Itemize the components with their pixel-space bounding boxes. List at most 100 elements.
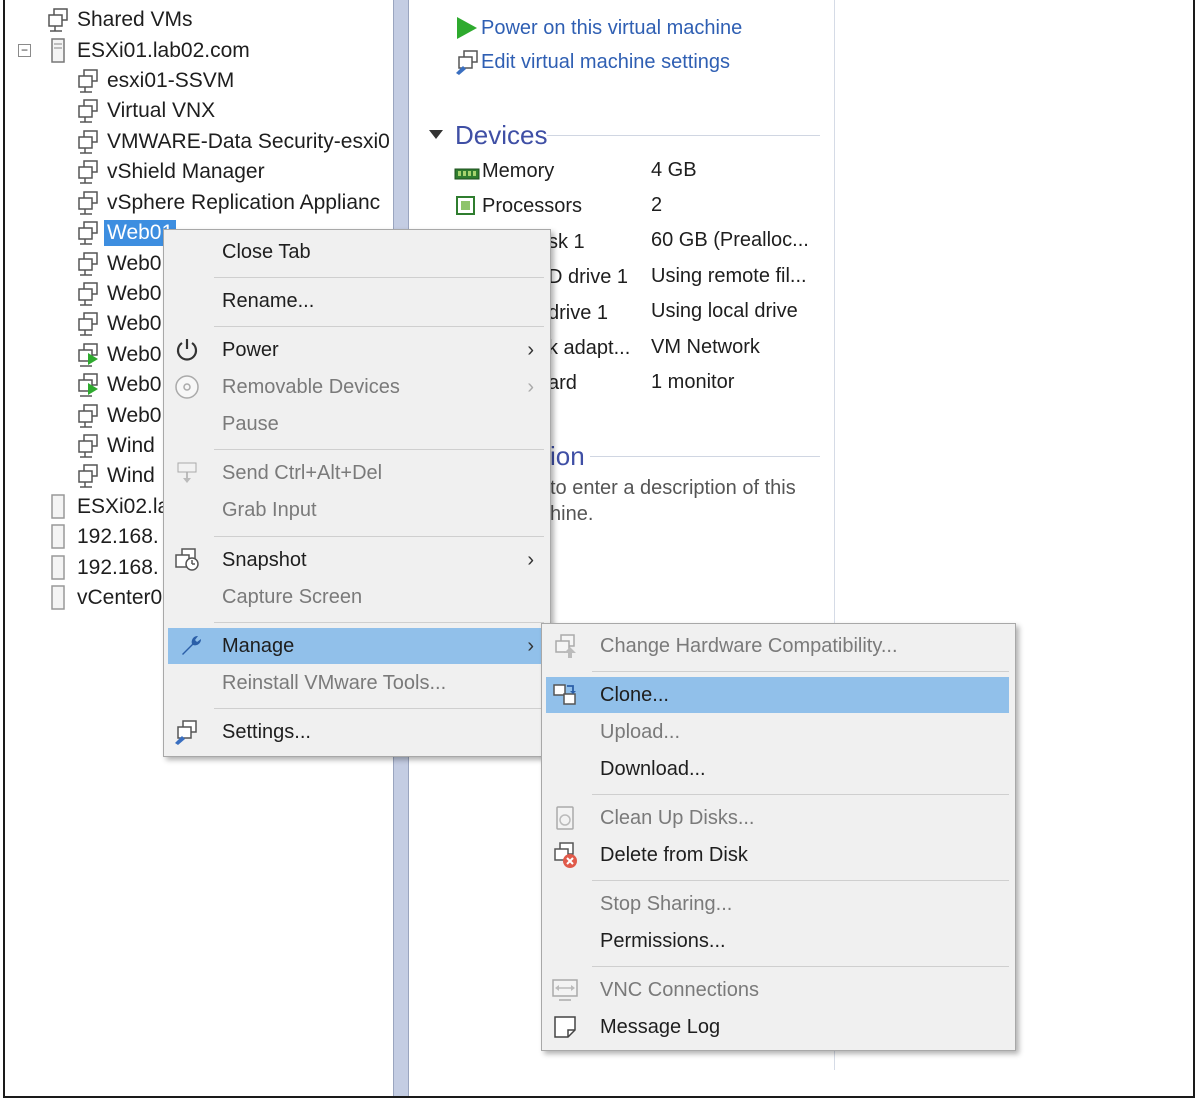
menu-item-capture-screen[interactable]: Capture Screen <box>164 579 550 615</box>
device-name: k adapt... <box>548 336 631 359</box>
tree-item-host[interactable]: ESXi02.la <box>46 493 172 521</box>
menu-item-pause[interactable]: Pause <box>164 406 550 442</box>
menu-item-label: Upload... <box>600 720 681 743</box>
menu-item-upload[interactable]: Upload... <box>542 714 1015 750</box>
device-row-network[interactable]: k adapt... <box>548 333 630 363</box>
keyboard-network-icon <box>172 458 202 488</box>
tree-item-vm[interactable]: Web0 <box>76 250 164 278</box>
server-icon <box>46 494 72 520</box>
memory-icon <box>454 164 480 180</box>
shared-vms-icon <box>46 7 72 33</box>
tree-item-vm-running[interactable]: Web0 <box>76 371 164 399</box>
menu-item-label: Delete from Disk <box>600 843 748 866</box>
tree-item-vm[interactable]: Wind <box>76 432 158 460</box>
vm-icon <box>76 281 102 307</box>
menu-item-power[interactable]: Power › <box>164 332 550 368</box>
menu-item-change-hardware-compatibility[interactable]: Change Hardware Compatibility... <box>542 628 1015 664</box>
device-row-processors[interactable]: Processors <box>454 191 649 221</box>
menu-item-manage[interactable]: Manage › <box>168 628 546 664</box>
tree-item-label: Web0 <box>107 404 162 427</box>
vm-icon <box>76 311 102 337</box>
disc-icon <box>172 372 202 402</box>
menu-separator <box>592 880 1009 881</box>
menu-item-snapshot[interactable]: Snapshot › <box>164 542 550 578</box>
collapse-triangle-icon[interactable] <box>429 130 443 139</box>
tree-item-label: vCenter0 <box>77 586 163 609</box>
menu-item-send-ctrl-alt-del[interactable]: Send Ctrl+Alt+Del <box>164 455 550 491</box>
collapse-toggle[interactable]: − <box>18 44 31 57</box>
vm-icon <box>76 98 102 124</box>
tree-item-vm[interactable]: Wind <box>76 462 158 490</box>
menu-item-delete-from-disk[interactable]: Delete from Disk <box>542 837 1015 873</box>
menu-item-permissions[interactable]: Permissions... <box>542 923 1015 959</box>
menu-item-removable-devices[interactable]: Removable Devices › <box>164 369 550 405</box>
tree-item-label: ESXi02.la <box>77 495 170 518</box>
vm-icon <box>76 190 102 216</box>
tree-item-host[interactable]: vCenter0 <box>46 584 165 612</box>
menu-item-download[interactable]: Download... <box>542 751 1015 787</box>
vm-icon <box>76 129 102 155</box>
note-icon <box>550 1012 580 1042</box>
vm-running-icon <box>76 372 102 398</box>
description-heading: ion <box>550 441 585 471</box>
tree-item-label: 192.168. <box>77 525 159 548</box>
tree-item-vm-selected[interactable]: Web01 <box>76 219 177 247</box>
vm-icon <box>76 433 102 459</box>
server-icon <box>46 585 72 611</box>
menu-item-grab-input[interactable]: Grab Input <box>164 492 550 528</box>
menu-item-label: Snapshot <box>222 548 307 571</box>
device-row-hard-disk[interactable]: sk 1 <box>548 227 585 257</box>
menu-item-label: Change Hardware Compatibility... <box>600 634 898 657</box>
menu-item-close-tab[interactable]: Close Tab <box>164 234 550 270</box>
tree-item-vm-running[interactable]: Web0 <box>76 341 164 369</box>
menu-item-label: Clean Up Disks... <box>600 806 755 829</box>
menu-item-reinstall-tools[interactable]: Reinstall VMware Tools... <box>164 665 550 701</box>
menu-item-stop-sharing[interactable]: Stop Sharing... <box>542 886 1015 922</box>
menu-item-message-log[interactable]: Message Log <box>542 1009 1015 1045</box>
menu-separator <box>592 671 1009 672</box>
tree-item-host-esxi01[interactable]: ESXi01.lab02.com <box>46 37 253 65</box>
device-value: VM Network <box>651 336 760 358</box>
menu-item-settings[interactable]: Settings... <box>164 714 550 750</box>
device-name: Memory <box>482 159 555 182</box>
tree-item-vm[interactable]: Virtual VNX <box>76 97 218 125</box>
menu-item-label: Removable Devices <box>222 375 400 398</box>
device-value: Using remote fil... <box>651 265 807 287</box>
tree-item-label: Wind <box>107 464 155 487</box>
menu-item-label: Capture Screen <box>222 585 363 608</box>
vm-icon <box>76 68 102 94</box>
tree-item-vm[interactable]: Web0 <box>76 280 164 308</box>
tree-item-vm[interactable]: vSphere Replication Applianc <box>76 189 383 217</box>
menu-item-clean-up-disks[interactable]: Clean Up Disks... <box>542 800 1015 836</box>
tree-item-vm[interactable]: Web0 <box>76 402 164 430</box>
description-text-line[interactable]: hine. <box>550 503 593 526</box>
menu-item-label: Grab Input <box>222 498 317 521</box>
tree-item-label: Wind <box>107 434 155 457</box>
device-row-floppy[interactable]: drive 1 <box>548 298 608 328</box>
device-row-cd-drive[interactable]: D drive 1 <box>548 262 628 292</box>
tree-item-host[interactable]: 192.168. <box>46 523 162 551</box>
vm-icon <box>76 251 102 277</box>
menu-item-rename[interactable]: Rename... <box>164 283 550 319</box>
device-row-display[interactable]: ard <box>548 368 577 398</box>
description-text-line[interactable]: to enter a description of this <box>550 477 796 500</box>
menu-item-vnc-connections[interactable]: VNC Connections <box>542 972 1015 1008</box>
tree-item-vm[interactable]: esxi01-SSVM <box>76 67 237 95</box>
device-row-memory[interactable]: Memory <box>454 156 649 186</box>
device-name: ard <box>548 371 577 394</box>
tree-item-vm[interactable]: Web0 <box>76 310 164 338</box>
tree-item-host[interactable]: 192.168. <box>46 554 162 582</box>
tree-item-vm[interactable]: vShield Manager <box>76 158 268 186</box>
menu-item-clone[interactable]: Clone... <box>546 677 1009 713</box>
submenu-arrow-icon: › <box>527 548 534 571</box>
tree-item-shared-vms[interactable]: Shared VMs <box>46 6 196 34</box>
vm-settings-icon <box>172 717 202 747</box>
power-on-link[interactable]: Power on this virtual machine <box>455 16 742 40</box>
tree-item-vm[interactable]: VMWARE-Data Security-esxi0 <box>76 128 392 156</box>
device-value: 2 <box>651 194 663 216</box>
vm-running-icon <box>76 342 102 368</box>
tree-item-label: vSphere Replication Applianc <box>107 191 381 214</box>
device-name: sk 1 <box>548 230 585 253</box>
edit-settings-link[interactable]: Edit virtual machine settings <box>455 49 730 75</box>
menu-separator <box>214 708 544 709</box>
